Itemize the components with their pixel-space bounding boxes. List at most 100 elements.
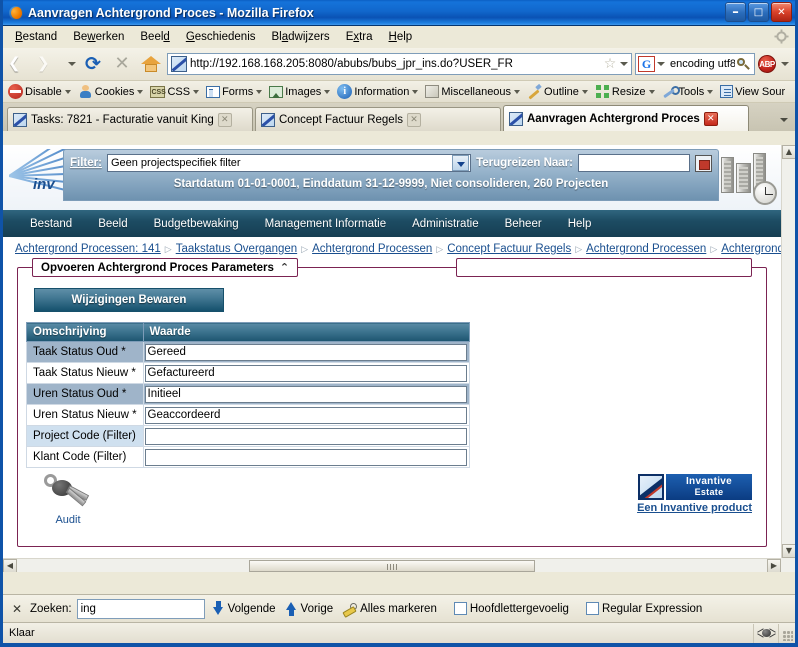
resize-grip-icon[interactable] [779,624,795,643]
arrow-down-icon: ▼ [785,546,793,555]
match-case-checkbox[interactable]: Hoofdlettergevoelig [452,602,571,615]
magnifier-icon[interactable] [735,56,751,72]
devtool-resize[interactable]: Resize [593,84,660,99]
chevron-down-icon[interactable] [776,110,792,128]
chevron-down-icon[interactable] [452,155,470,171]
url-bar[interactable]: http://192.168.168.205:8080/abubs/bubs_j… [167,53,632,75]
column-header-waarde[interactable]: Waarde [142,322,471,342]
devtool-images[interactable]: Images [267,85,335,98]
tab-close-button[interactable]: ✕ [217,112,232,127]
menu-item-geschiedenis[interactable]: Geschiedenis [178,28,264,46]
filter-select[interactable]: Geen projectspecifiek filter [106,154,472,172]
bug-icon[interactable] [753,623,779,643]
appnav-item-bestand[interactable]: Bestand [17,218,85,230]
menu-item-bestand[interactable]: Bestand [7,28,65,46]
devtool-css[interactable]: CSS CSS [148,85,204,98]
menu-item-beeld[interactable]: Beeld [132,28,177,46]
star-icon[interactable]: ☆ [602,56,618,72]
tab-concept-factuur-regels[interactable]: Concept Factuur Regels ✕ [255,107,501,131]
gear-icon[interactable] [774,29,789,44]
find-input[interactable] [76,598,205,619]
chevron-up-icon[interactable]: ⌃ [280,261,289,274]
scroll-up-button[interactable]: ▲ [782,145,795,159]
home-button[interactable] [138,51,164,77]
column-header-omschrijving[interactable]: Omschrijving [26,322,144,342]
reload-button[interactable]: ⟳ [80,51,106,77]
maximize-button[interactable]: □ [748,2,769,22]
menu-item-help[interactable]: Help [381,28,421,46]
close-button[interactable]: ✕ [771,2,792,22]
scroll-right-button[interactable]: ▶ [767,558,781,572]
input-taak-status-oud[interactable] [144,343,467,361]
input-project-code-filter[interactable] [144,427,467,445]
tab-close-button[interactable]: ✕ [407,112,422,127]
menu-item-extra[interactable]: Extra [338,28,381,46]
vertical-scrollbar[interactable]: ▲ ▼ [781,145,795,558]
scroll-down-button[interactable]: ▼ [782,544,795,558]
regex-checkbox[interactable]: Regular Expression [584,602,704,615]
url-dropdown-button[interactable] [618,51,629,77]
time-travel-input[interactable] [578,154,690,172]
highlight-all-button[interactable]: Alles markeren [340,601,439,616]
find-next-button[interactable]: Volgende [210,601,278,616]
input-uren-status-nieuw[interactable] [144,406,467,424]
save-button[interactable]: Wijzigingen Bewaren [34,288,224,312]
history-dropdown-button[interactable] [66,51,77,77]
devtool-view-source[interactable]: View Sour [718,85,789,98]
input-klant-code-filter[interactable] [144,448,467,466]
appnav-item-administratie[interactable]: Administratie [399,218,491,230]
menu-item-bladwijzers[interactable]: Bladwijzers [264,28,338,46]
find-previous-button[interactable]: Vorige [283,601,336,616]
back-button[interactable]: ❮ [8,51,34,77]
devtool-tools[interactable]: Tools [660,84,719,99]
audit-shortcut[interactable]: Audit [36,472,100,526]
row-label: Taak Status Nieuw * [26,362,144,384]
search-bar[interactable]: G encoding utf8 xml [635,53,755,75]
stop-button[interactable]: ✕ [109,51,135,77]
menu-item-bewerken[interactable]: Bewerken [65,28,132,46]
scroll-left-button[interactable]: ◀ [3,558,17,572]
forward-button[interactable]: ❯ [37,51,63,77]
logo-text: inv [33,176,55,193]
appnav-item-beheer[interactable]: Beheer [492,218,555,230]
appnav-item-help[interactable]: Help [555,218,605,230]
appnav-item-budgetbewaking[interactable]: Budgetbewaking [141,218,252,230]
filter-value: Geen projectspecifiek filter [110,157,241,169]
abp-dropdown-button[interactable] [779,51,790,77]
tab-close-button[interactable]: ✕ [703,111,718,126]
devtool-disable[interactable]: Disable [6,84,76,99]
devtool-miscellaneous[interactable]: Miscellaneous [423,85,525,98]
checkbox-box[interactable] [453,602,467,615]
panel-header[interactable]: Opvoeren Achtergrond Proces Parameters ⌃ [32,258,299,277]
devtool-outline[interactable]: Outline [525,84,593,99]
input-uren-status-oud[interactable] [144,385,467,403]
appnav-item-beeld[interactable]: Beeld [85,218,140,230]
url-text[interactable]: http://192.168.168.205:8080/abubs/bubs_j… [190,58,602,70]
breadcrumb-item[interactable]: Achtergrond Processen: 141 [15,243,161,255]
abp-icon[interactable]: ABP [758,55,776,73]
brand-link[interactable]: Een Invantive product [620,502,752,514]
devtool-information[interactable]: i Information [335,84,423,99]
devtool-cookies[interactable]: Cookies [76,84,149,99]
horizontal-scrollbar[interactable]: ◀ ▶ [3,558,781,572]
breadcrumb-item[interactable]: Concept Factuur Regels [447,243,571,255]
appnav-item-management-informatie[interactable]: Management Informatie [252,218,399,230]
devtool-forms[interactable]: Forms [204,85,267,98]
breadcrumb-item[interactable]: Taakstatus Overgangen [176,243,297,255]
search-input[interactable]: encoding utf8 xml [666,58,735,70]
minimize-button[interactable]: – [725,2,746,22]
filter-row: Filter: Geen projectspecifiek filter Ter… [64,150,718,176]
search-engine-dropdown[interactable] [655,51,666,77]
input-taak-status-nieuw[interactable] [144,364,467,382]
scroll-thumb[interactable] [249,559,535,572]
close-icon[interactable]: ✕ [9,601,25,617]
checkbox-box[interactable] [585,602,599,615]
page-viewport: inv Filter: Geen projectspecifiek filter… [3,145,795,572]
breadcrumb-item[interactable]: Achtergrond Processen [586,243,706,255]
breadcrumb-item[interactable]: Achtergrond Processen: 152 [721,243,781,255]
tab-tasks[interactable]: Tasks: 7821 - Facturatie vanuit King ✕ [7,107,253,131]
breadcrumb-item[interactable]: Achtergrond Processen [312,243,432,255]
page-icon [171,56,187,72]
tab-aanvragen-achtergrond-proces[interactable]: Aanvragen Achtergrond Proces ✕ [503,105,749,131]
calendar-icon[interactable] [695,154,712,172]
